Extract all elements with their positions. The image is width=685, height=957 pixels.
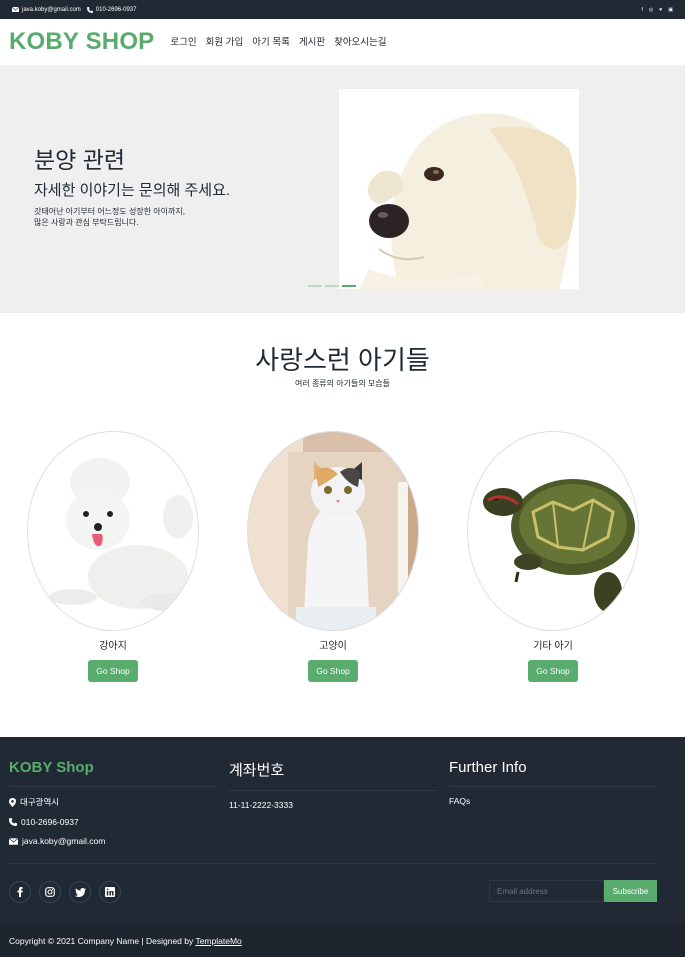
footer-phone[interactable]: 010-2696-0937 [9,817,217,827]
footer-account-number: 11-11-2222-3333 [229,800,293,810]
nav-item-directions[interactable]: 찾아오시는길 [334,34,386,48]
phone-contact[interactable]: 010-2696-0937 [86,6,137,13]
hero-title: 분양 관련 [34,147,126,173]
instagram-icon[interactable]: ◎ [649,7,653,13]
twitter-icon[interactable] [69,881,91,903]
templatemo-link[interactable]: TemplateMo [195,936,241,946]
category-card-other: 기타 아기 Go Shop [467,431,639,682]
hero-text: 분양 관련 자세한 이야기는 문의해 주세요. 갓태어난 아기부터 어느정도 성… [34,141,254,228]
footer-divider [9,863,657,864]
go-shop-button-cat[interactable]: Go Shop [308,660,358,682]
subscribe-form: Subscribe [489,880,657,902]
phone-icon [86,6,93,13]
instagram-icon[interactable] [39,881,61,903]
turtle-image[interactable] [467,431,639,631]
main-navbar: KOBY SHOP 로그인 회원 가입 아기 목록 게시판 찾아오시는길 [0,19,685,65]
topbar-phone[interactable]: 010-2696-0937 [96,7,137,13]
envelope-icon [9,837,18,845]
footer-account-title: 계좌번호 [229,759,437,791]
hero-description: 갓태어난 아기부터 어느정도 성장한 아이까지, 많은 사랑과 관심 부탁드립니… [34,206,254,228]
twitter-icon[interactable]: ♥ [659,7,662,13]
nav-menu: 로그인 회원 가입 아기 목록 게시판 찾아오시는길 [170,34,386,48]
envelope-icon [12,7,19,12]
topbar-social-links: f ◎ ♥ ▣ [642,7,673,13]
phone-icon [9,818,17,826]
hero-description-line-2: 많은 사랑과 관심 부탁드립니다. [34,218,139,227]
dog-image[interactable] [27,431,199,631]
carousel-indicator-3[interactable] [342,285,356,287]
category-card-dog: 강아지 Go Shop [27,431,199,682]
nav-item-baby-list[interactable]: 아기 목록 [252,34,290,48]
facebook-icon[interactable]: f [642,7,643,13]
footer-brand[interactable]: KOBY Shop [9,759,217,787]
footer-info-title: Further Info [449,759,657,787]
carousel-indicator-2[interactable] [325,285,339,287]
category-card-cat: 고양이 Go Shop [247,431,419,682]
carousel-indicator-1[interactable] [308,285,322,287]
hero-subtitle: 자세한 이야기는 문의해 주세요. [34,182,231,199]
cat-image[interactable] [247,431,419,631]
footer-email[interactable]: java.koby@gmail.com [9,836,217,846]
hero-carousel[interactable]: 분양 관련 자세한 이야기는 문의해 주세요. 갓태어난 아기부터 어느정도 성… [0,65,685,313]
nav-item-signup[interactable]: 회원 가입 [206,34,244,48]
footer-phone-text[interactable]: 010-2696-0937 [21,817,79,827]
linkedin-icon[interactable] [99,881,121,903]
footer-address-text: 대구광역시 [20,797,60,807]
categories-subtitle: 여러 종류의 아기들의 모습들 [295,379,390,388]
top-info-bar: java.koby@gmail.com 010-2696-0937 f ◎ ♥ … [0,0,685,19]
email-address-input[interactable] [489,880,604,902]
copyright-bar: Copyright © 2021 Company Name | Designed… [0,923,685,957]
footer-contact-column: KOBY Shop 대구광역시 010-2696-0937 java.koby@… [9,759,217,855]
footer-account-column: 계좌번호 11-11-2222-3333 [229,759,437,819]
brand-logo[interactable]: KOBY SHOP [9,28,154,56]
subscribe-button[interactable]: Subscribe [604,880,657,902]
category-name-cat: 고양이 [319,641,347,652]
hero-puppy-image [339,89,579,289]
linkedin-icon[interactable]: ▣ [668,7,673,13]
footer-email-text[interactable]: java.koby@gmail.com [22,836,105,846]
category-name-dog: 강아지 [99,641,127,652]
go-shop-button-other[interactable]: Go Shop [528,660,578,682]
footer: KOBY Shop 대구광역시 010-2696-0937 java.koby@… [0,737,685,923]
footer-faqs-link[interactable]: FAQs [449,796,657,806]
categories-title: 사랑스런 아기들 [255,345,430,375]
footer-address: 대구광역시 [9,796,217,808]
copyright-text: Copyright © 2021 Company Name | Designed… [9,936,194,946]
hero-description-line-1: 갓태어난 아기부터 어느정도 성장한 아이까지, [34,207,185,216]
nav-item-board[interactable]: 게시판 [299,34,325,48]
footer-info-column: Further Info FAQs [449,759,657,815]
facebook-icon[interactable] [9,881,31,903]
nav-item-login[interactable]: 로그인 [170,34,196,48]
carousel-indicators [308,285,356,287]
email-contact[interactable]: java.koby@gmail.com [12,7,81,13]
footer-social-links [9,881,121,903]
category-name-other: 기타 아기 [533,641,573,652]
go-shop-button-dog[interactable]: Go Shop [88,660,138,682]
map-marker-icon [9,797,16,807]
topbar-email[interactable]: java.koby@gmail.com [22,7,81,13]
